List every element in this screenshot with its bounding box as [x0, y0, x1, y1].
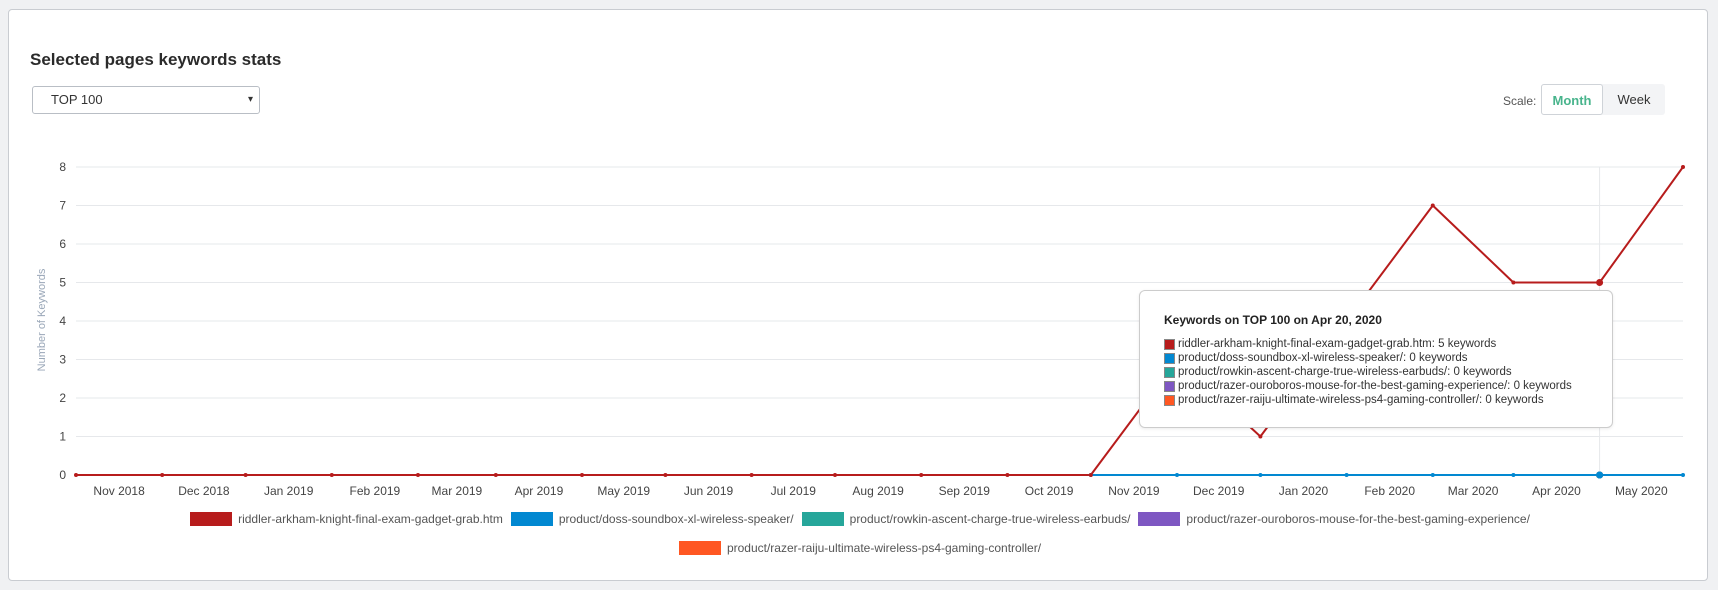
- tooltip-swatch: [1164, 394, 1175, 406]
- data-point: [1258, 473, 1263, 477]
- legend-item[interactable]: product/razer-ouroboros-mouse-for-the-be…: [1138, 511, 1530, 526]
- legend-label: product/razer-raiju-ultimate-wireless-ps…: [726, 540, 1042, 555]
- legend-label: product/rowkin-ascent-charge-true-wirele…: [849, 511, 1131, 526]
- x-tick-label: Dec 2019: [1193, 484, 1245, 498]
- data-point: [1430, 203, 1435, 208]
- legend-label: product/razer-ouroboros-mouse-for-the-be…: [1186, 511, 1530, 526]
- y-tick-label: 7: [59, 199, 66, 213]
- data-point: [1344, 473, 1349, 477]
- data-point: [1596, 279, 1604, 286]
- x-tick-label: Mar 2019: [432, 484, 483, 498]
- data-point: [1681, 473, 1685, 477]
- tooltip-swatch: [1164, 380, 1175, 392]
- tooltip-row: product/rowkin-ascent-charge-true-wirele…: [1164, 365, 1612, 379]
- data-point: [580, 473, 585, 477]
- x-tick-label: Oct 2019: [1025, 484, 1074, 498]
- tooltip-row-text: product/rowkin-ascent-charge-true-wirele…: [1178, 366, 1512, 378]
- legend-item[interactable]: riddler-arkham-knight-final-exam-gadget-…: [190, 511, 503, 526]
- tooltip-row: riddler-arkham-knight-final-exam-gadget-…: [1164, 337, 1612, 351]
- legend-item[interactable]: product/doss-soundbox-xl-wireless-speake…: [510, 511, 794, 526]
- tooltip-row-text: product/razer-ouroboros-mouse-for-the-be…: [1178, 380, 1572, 392]
- x-tick-label: Nov 2019: [1108, 484, 1160, 498]
- x-tick-label: Apr 2019: [515, 484, 564, 498]
- data-point: [1174, 473, 1179, 477]
- x-tick-label: Nov 2018: [93, 484, 145, 498]
- y-tick-label: 3: [59, 353, 66, 367]
- data-point: [663, 473, 668, 477]
- data-point: [1511, 280, 1516, 285]
- data-point: [833, 473, 838, 477]
- tooltip-row: product/razer-raiju-ultimate-wireless-ps…: [1164, 393, 1612, 407]
- x-tick-label: May 2020: [1615, 484, 1668, 498]
- y-tick-labels: 0 1 2 3 4 5 6 7 8: [59, 160, 66, 482]
- tooltip-row-text: riddler-arkham-knight-final-exam-gadget-…: [1178, 338, 1497, 350]
- y-tick-label: 5: [59, 276, 66, 290]
- x-tick-label: May 2019: [597, 484, 650, 498]
- x-tick-label: Jan 2019: [264, 484, 314, 498]
- data-point: [1681, 165, 1685, 169]
- x-tick-labels: Nov 2018 Dec 2018 Jan 2019 Feb 2019 Mar 2019…: [93, 484, 1668, 498]
- x-tick-label: Jan 2020: [1279, 484, 1329, 498]
- y-tick-label: 4: [59, 314, 66, 328]
- data-point: [329, 473, 334, 477]
- tooltip-swatch: [1164, 352, 1175, 364]
- y-tick-label: 0: [59, 468, 66, 482]
- data-point: [1005, 473, 1010, 477]
- data-point: [160, 473, 165, 477]
- chart-legend: riddler-arkham-knight-final-exam-gadget-…: [20, 511, 1700, 555]
- data-point: [1511, 473, 1516, 477]
- data-point: [74, 473, 78, 477]
- chart-tooltip: Keywords on TOP 100 on Apr 20, 2020 ridd…: [1139, 290, 1613, 428]
- data-point: [749, 473, 754, 477]
- y-tick-label: 6: [59, 237, 66, 251]
- x-tick-label: Feb 2019: [350, 484, 401, 498]
- legend-item[interactable]: product/rowkin-ascent-charge-true-wirele…: [801, 511, 1131, 526]
- legend-swatch: [1138, 511, 1181, 526]
- legend-swatch: [678, 540, 721, 555]
- x-tick-label: Dec 2018: [178, 484, 230, 498]
- y-tick-label: 2: [59, 391, 66, 405]
- legend-label: riddler-arkham-knight-final-exam-gadget-…: [238, 511, 503, 526]
- tooltip-row-text: product/razer-raiju-ultimate-wireless-ps…: [1178, 394, 1544, 406]
- tooltip-title: Keywords on TOP 100 on Apr 20, 2020: [1164, 313, 1382, 327]
- y-tick-label: 1: [59, 430, 66, 444]
- tooltip-row-text: product/doss-soundbox-xl-wireless-speake…: [1178, 352, 1468, 364]
- x-tick-label: Feb 2020: [1364, 484, 1415, 498]
- data-point: [493, 473, 498, 477]
- x-tick-label: Apr 2020: [1532, 484, 1581, 498]
- data-point: [243, 473, 248, 477]
- x-tick-label: Jul 2019: [771, 484, 817, 498]
- data-point: [1258, 434, 1263, 439]
- legend-item[interactable]: product/razer-raiju-ultimate-wireless-ps…: [678, 540, 1042, 555]
- legend-label: product/doss-soundbox-xl-wireless-speake…: [558, 511, 794, 526]
- data-point: [1596, 471, 1604, 479]
- legend-swatch: [801, 511, 844, 526]
- x-tick-label: Jun 2019: [684, 484, 734, 498]
- x-tick-label: Mar 2020: [1448, 484, 1499, 498]
- x-tick-label: Aug 2019: [852, 484, 904, 498]
- legend-swatch: [190, 511, 233, 526]
- legend-swatch: [510, 511, 553, 526]
- tooltip-row: product/doss-soundbox-xl-wireless-speake…: [1164, 351, 1612, 365]
- tooltip-swatch: [1164, 338, 1175, 350]
- x-tick-label: Sep 2019: [939, 484, 991, 498]
- y-axis-label: Number of Keywords: [36, 268, 48, 371]
- data-point: [1088, 473, 1093, 477]
- data-point: [415, 473, 420, 477]
- data-point: [919, 473, 924, 477]
- tooltip-row: product/razer-ouroboros-mouse-for-the-be…: [1164, 379, 1612, 393]
- data-point: [1430, 473, 1435, 477]
- y-tick-label: 8: [59, 160, 66, 174]
- tooltip-swatch: [1164, 366, 1175, 378]
